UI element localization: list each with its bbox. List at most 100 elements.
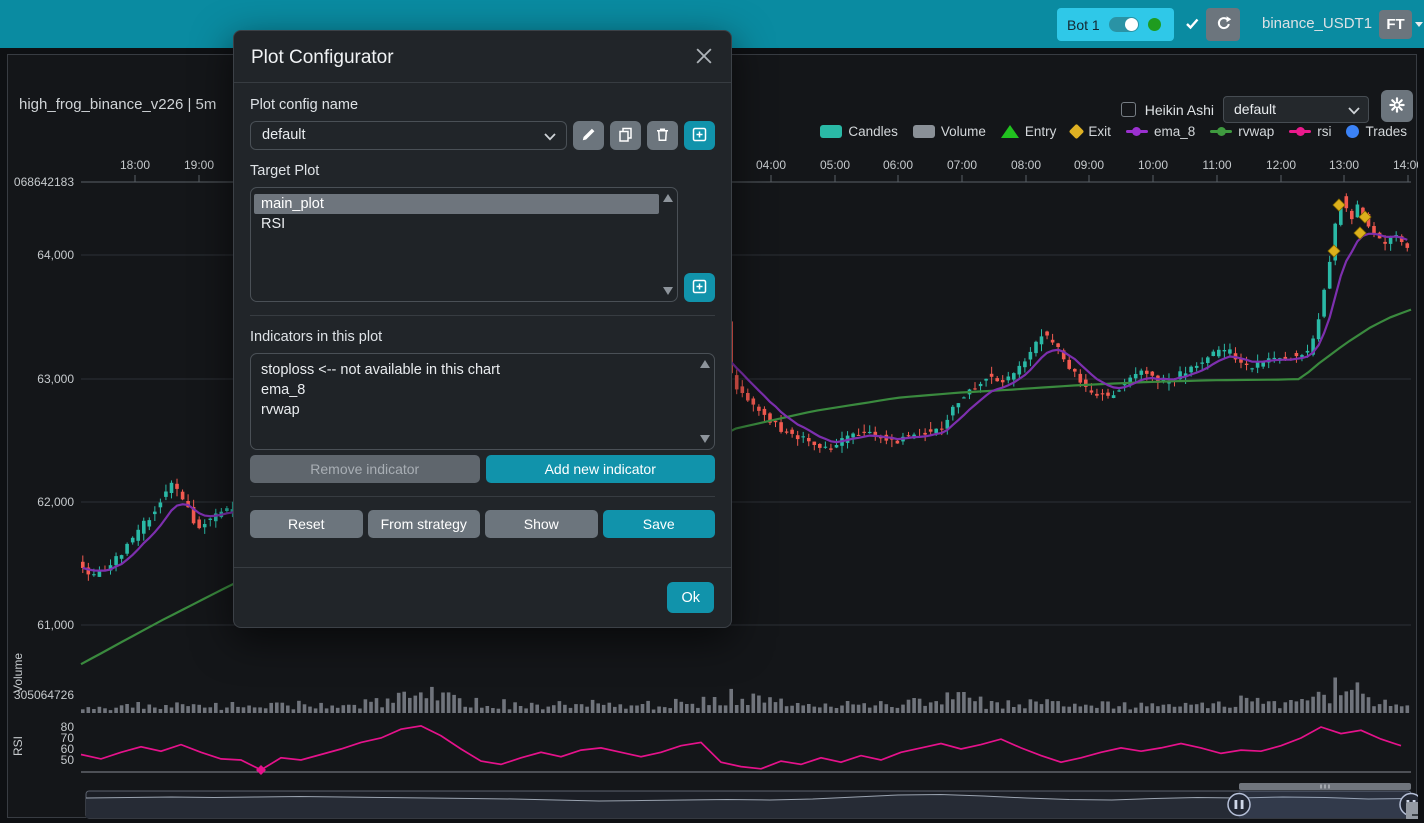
legend-label: Entry	[1025, 124, 1057, 139]
legend-item-exit[interactable]: Exit	[1071, 124, 1111, 139]
scroll-up-icon[interactable]	[663, 194, 673, 202]
legend-item-candles[interactable]: Candles	[820, 124, 898, 139]
legend-item-volume[interactable]: Volume	[913, 124, 986, 139]
config-name-label: Plot config name	[250, 97, 715, 113]
rsi-axis-label: 50	[61, 753, 75, 767]
rsi-line	[81, 726, 1401, 770]
indicator-actions-row: Remove indicator Add new indicator	[250, 455, 715, 483]
trades-legend-marker	[1346, 125, 1359, 138]
plot-config-select-value: default	[1234, 101, 1276, 117]
scroll-up-icon[interactable]	[700, 360, 710, 368]
legend-label: Trades	[1365, 124, 1407, 139]
reset-button[interactable]: Reset	[250, 510, 363, 538]
y-axis-label: 64,000	[37, 248, 74, 262]
chart-pair-title: high_frog_binance_v226 | 5m	[19, 96, 216, 113]
add-plot-button[interactable]	[684, 273, 715, 302]
rsi-pane-label: RSI	[11, 736, 25, 756]
list-item[interactable]: RSI	[254, 214, 659, 234]
legend-label: rsi	[1317, 124, 1331, 139]
legend-item-trades[interactable]: Trades	[1346, 124, 1407, 139]
bot-status-dot	[1148, 18, 1161, 31]
volume-legend-marker	[913, 125, 935, 138]
close-button[interactable]	[694, 46, 714, 69]
plus-square-icon	[692, 279, 707, 297]
list-item[interactable]: main_plot	[254, 194, 659, 214]
legend-label: ema_8	[1154, 124, 1195, 139]
rename-config-button[interactable]	[573, 121, 604, 150]
show-button[interactable]: Show	[485, 510, 598, 538]
close-icon	[696, 52, 712, 67]
x-axis-label: 18:00	[120, 158, 150, 172]
x-axis-label: 05:00	[820, 158, 850, 172]
rvwap-legend-marker	[1210, 130, 1232, 133]
x-axis-label: 09:00	[1074, 158, 1104, 172]
legend-item-rvwap[interactable]: rvwap	[1210, 124, 1274, 139]
target-plot-label: Target Plot	[250, 163, 715, 179]
legend-label: Exit	[1088, 124, 1111, 139]
from-strategy-button[interactable]: From strategy	[368, 510, 481, 538]
legend-label: rvwap	[1238, 124, 1274, 139]
x-axis-label: 06:00	[883, 158, 913, 172]
refresh-button[interactable]	[1206, 8, 1240, 41]
save-button[interactable]: Save	[603, 510, 716, 538]
remove-indicator-button[interactable]: Remove indicator	[250, 455, 480, 483]
list-item[interactable]: rvwap	[254, 400, 696, 420]
chevron-down-icon	[544, 133, 556, 141]
entry-legend-marker	[1001, 125, 1019, 138]
scroll-down-icon[interactable]	[663, 287, 673, 295]
plot-settings-button[interactable]	[1381, 90, 1413, 122]
list-item[interactable]: ema_8	[254, 380, 696, 400]
volume-series	[81, 678, 1409, 714]
account-name[interactable]: binance_USDT1	[1262, 0, 1372, 48]
x-axis-label: 04:00	[756, 158, 786, 172]
chevron-down-icon[interactable]	[1415, 22, 1423, 27]
ok-button[interactable]: Ok	[667, 582, 714, 613]
config-name-row: default	[250, 121, 715, 150]
add-new-indicator-button[interactable]: Add new indicator	[486, 455, 716, 483]
exit-marker-icon[interactable]	[1333, 199, 1345, 211]
add-config-button[interactable]	[684, 121, 715, 150]
bot-selector-chip[interactable]: Bot 1	[1057, 8, 1174, 41]
indicators-listbox[interactable]: stoploss <-- not available in this chart…	[250, 353, 715, 450]
legend-item-rsi[interactable]: rsi	[1289, 124, 1331, 139]
divider	[250, 496, 715, 497]
plot-config-select[interactable]: default	[1223, 96, 1369, 123]
check-icon	[1186, 17, 1199, 35]
x-axis-label: 07:00	[947, 158, 977, 172]
modal-header: Plot Configurator	[234, 31, 731, 83]
legend-label: Volume	[941, 124, 986, 139]
divider	[250, 315, 715, 316]
modal-footer: Ok	[234, 567, 731, 627]
ema_8-legend-marker	[1126, 130, 1148, 133]
config-name-select-value: default	[262, 127, 306, 143]
scroll-down-icon[interactable]	[700, 435, 710, 443]
gear-icon	[1389, 97, 1405, 116]
modal-body: Plot config name default Target Plot	[234, 83, 731, 567]
target-plot-listbox[interactable]: main_plotRSI	[250, 187, 678, 302]
legend-item-entry[interactable]: Entry	[1001, 124, 1057, 139]
config-name-select[interactable]: default	[250, 121, 567, 150]
duplicate-config-button[interactable]	[610, 121, 641, 150]
refresh-icon	[1215, 15, 1232, 34]
delete-config-button[interactable]	[647, 121, 678, 150]
bot-online-toggle[interactable]	[1109, 17, 1139, 32]
x-axis-label: 14:00	[1393, 158, 1418, 172]
exit-marker-icon[interactable]	[1354, 227, 1366, 239]
navigator-handle[interactable]	[1228, 794, 1250, 816]
list-item[interactable]: stoploss <-- not available in this chart	[254, 360, 696, 380]
copy-icon	[618, 127, 633, 145]
legend-item-ema_8[interactable]: ema_8	[1126, 124, 1195, 139]
resize-corner[interactable]	[1406, 802, 1418, 819]
legend-label: Candles	[848, 124, 898, 139]
heikin-ashi-checkbox[interactable]	[1121, 102, 1136, 117]
x-axis-label: 08:00	[1011, 158, 1041, 172]
plot-configurator-modal: Plot Configurator Plot config name defau…	[233, 30, 732, 628]
rsi-marker-icon	[256, 765, 266, 775]
navigator-selection[interactable]	[1239, 791, 1411, 818]
pencil-icon	[581, 127, 596, 145]
target-plot-row: main_plotRSI	[250, 187, 715, 302]
config-actions-row: Reset From strategy Show Save	[250, 510, 715, 538]
candles-legend-marker	[820, 125, 842, 138]
chevron-down-icon	[1348, 107, 1360, 115]
user-avatar[interactable]: FT	[1379, 10, 1412, 39]
